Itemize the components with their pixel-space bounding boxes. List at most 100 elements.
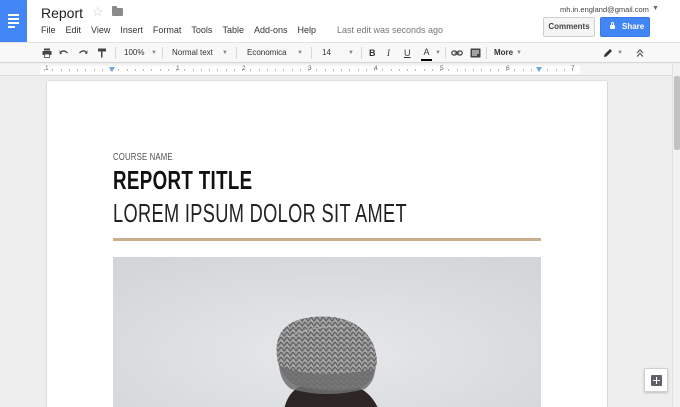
folder-icon[interactable] [112,6,123,16]
toolbar-divider [311,47,312,59]
ruler-tick [193,69,194,71]
zoom-select[interactable]: 100% [124,45,144,61]
ruler-tick [349,69,350,71]
toolbar-divider [486,47,487,59]
last-edit-status[interactable]: Last edit was seconds ago [337,25,443,35]
paragraph-style-select[interactable]: Normal text [172,45,213,61]
ruler-tick [523,69,524,71]
document-title[interactable]: Report [41,5,83,21]
ruler-tick [226,69,227,71]
ruler-tick [143,69,144,71]
menu-format[interactable]: Format [153,24,182,38]
font-dropdown-icon[interactable]: ▼ [297,45,303,61]
link-icon[interactable] [451,45,463,61]
document-page[interactable]: COURSE NAME REPORT TITLE LOREM IPSUM DOL… [47,81,607,407]
report-title-heading[interactable]: REPORT TITLE [113,165,253,196]
ruler-tick [399,69,400,71]
ruler-tick [556,69,557,71]
ruler-number: 1 [45,65,49,72]
ruler-tick [118,69,119,71]
undo-icon[interactable] [58,45,70,61]
collapse-menus-icon[interactable] [634,45,646,61]
redo-icon[interactable] [77,45,89,61]
ruler-tick [366,69,367,71]
font-size-select[interactable]: 14 [322,45,331,61]
ruler-tick [391,69,392,71]
ruler-tick [201,69,202,71]
style-dropdown-icon[interactable]: ▼ [222,45,228,61]
menu-insert[interactable]: Insert [120,24,143,38]
share-label: Share [622,22,645,31]
ruler-tick [184,69,185,71]
account-dropdown-icon[interactable]: ▼ [652,5,659,12]
left-indent-marker[interactable] [109,67,115,72]
more-button[interactable]: More [494,45,513,61]
italic-button[interactable]: I [387,45,390,61]
explore-button[interactable] [644,368,668,392]
course-name-text[interactable]: COURSE NAME [113,152,173,163]
ruler-tick [341,69,342,71]
ruler-number: 3 [308,65,312,72]
menu-tools[interactable]: Tools [191,24,212,38]
ruler-number: 1 [176,65,180,72]
ruler-tick [127,69,128,71]
share-button[interactable]: Share [600,17,650,37]
comments-button[interactable]: Comments [543,17,595,37]
ruler-tick [77,69,78,71]
ruler-number: 6 [506,65,510,72]
editing-mode-dropdown-icon[interactable]: ▼ [617,45,623,61]
ruler-tick [481,69,482,71]
editing-mode-pencil-icon[interactable] [602,45,614,61]
zoom-dropdown-icon[interactable]: ▼ [151,45,157,61]
toolbar-divider [236,47,237,59]
ruler-tick [69,69,70,71]
menu-addons[interactable]: Add-ons [254,24,288,38]
horizontal-ruler[interactable]: 1 1 2 3 4 5 6 7 [0,64,672,76]
menu-file[interactable]: File [41,24,56,38]
ruler-tick [283,69,284,71]
menu-view[interactable]: View [91,24,110,38]
menu-bar: File Edit View Insert Format Tools Table… [41,24,326,38]
report-subtitle[interactable]: LOREM IPSUM DOLOR SIT AMET [113,198,407,229]
menu-edit[interactable]: Edit [66,24,82,38]
ruler-tick [498,69,499,71]
ruler-tick [407,69,408,71]
more-dropdown-icon[interactable]: ▼ [516,45,522,61]
ruler-tick [94,69,95,71]
text-color-dropdown-icon[interactable]: ▼ [435,45,441,61]
star-icon[interactable]: ☆ [92,5,104,19]
scrollbar-thumb[interactable] [674,76,680,150]
account-email[interactable]: mh.in.england@gmail.com [560,5,649,14]
ruler-tick [234,69,235,71]
paint-format-icon[interactable] [96,45,108,61]
size-dropdown-icon[interactable]: ▼ [348,45,354,61]
menu-table[interactable]: Table [222,24,244,38]
toolbar-divider [162,47,163,59]
print-icon[interactable] [41,45,53,61]
ruler-tick [217,69,218,71]
ruler-tick [151,69,152,71]
cover-photo[interactable] [113,257,541,407]
bold-button[interactable]: B [369,45,376,61]
text-color-button[interactable]: A [420,46,433,61]
ruler-tick [61,69,62,71]
vertical-scrollbar[interactable] [672,64,680,407]
app-header: Report ☆ File Edit View Insert Format To… [0,0,680,42]
menu-help[interactable]: Help [297,24,316,38]
insert-comment-icon[interactable] [469,45,481,61]
ruler-tick [267,69,268,71]
lock-icon [610,22,615,29]
ruler-tick [415,69,416,71]
ruler-tick [432,69,433,71]
toolbar-divider [445,47,446,59]
ruler-tick [135,69,136,71]
docs-home-icon[interactable] [0,0,27,42]
right-indent-marker[interactable] [536,67,542,72]
ruler-tick [325,69,326,71]
document-canvas[interactable]: COURSE NAME REPORT TITLE LOREM IPSUM DOL… [0,77,672,407]
font-family-select[interactable]: Economica [247,45,287,61]
ruler-tick [547,69,548,71]
toolbar-divider [115,47,116,59]
underline-button[interactable]: U [404,45,411,61]
accent-divider-line [113,238,541,241]
